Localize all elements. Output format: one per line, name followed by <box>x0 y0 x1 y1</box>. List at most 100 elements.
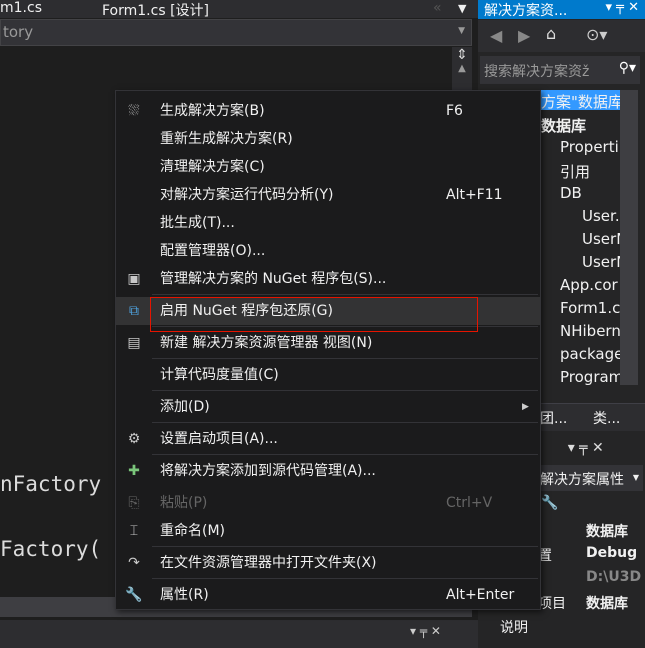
editor-tab-bar: m1.cs Form1.cs [设计] « ▼ <box>0 0 478 20</box>
menu-item-rename[interactable]: ⌶ 重命名(M) <box>116 517 540 545</box>
menu-shortcut: Ctrl+V <box>446 495 493 511</box>
forward-icon[interactable]: ▶ <box>518 26 530 45</box>
search-icon[interactable]: ⚲▾ <box>619 60 636 76</box>
rename-icon: ⌶ <box>129 523 139 539</box>
menu-separator <box>152 422 538 423</box>
redo-arrow-icon: ↷ <box>128 555 140 571</box>
menu-item-manage-nuget[interactable]: ▣ 管理解决方案的 NuGet 程序包(S)... <box>116 265 540 293</box>
back-icon[interactable]: ◀ <box>490 26 502 45</box>
menu-label: 重命名(M) <box>160 523 226 539</box>
menu-separator <box>152 294 538 295</box>
property-value: D:\U3D <box>586 569 642 585</box>
panel-controls-icon[interactable]: ▾ ╤ ✕ <box>605 0 639 15</box>
menu-label: 批生成(T)... <box>160 215 235 231</box>
menu-label: 管理解决方案的 NuGet 程序包(S)... <box>160 271 387 287</box>
paste-icon: ⎘ <box>128 495 140 511</box>
menu-item-batch-build[interactable]: 批生成(T)... <box>116 209 540 237</box>
menu-item-clean[interactable]: 清理解决方案(C) <box>116 153 540 181</box>
menu-label: 配置管理器(O)... <box>160 243 266 259</box>
menu-separator <box>152 546 538 547</box>
tree-item[interactable]: 数据库 <box>541 115 586 136</box>
code-line: nFactory <box>0 472 102 496</box>
menu-label: 清理解决方案(C) <box>160 159 265 175</box>
wrench-icon: 🔧 <box>125 587 143 603</box>
submenu-arrow-icon: ▶ <box>522 402 529 412</box>
tree-item[interactable]: App.cor <box>560 276 618 294</box>
history-icon[interactable]: ⊙▾ <box>586 25 607 44</box>
menu-label: 将解决方案添加到源代码管理(A)... <box>160 463 376 479</box>
menu-separator <box>152 578 538 579</box>
search-input[interactable]: 搜索解决方案资ž ⚲▾ <box>480 56 640 84</box>
tab-team[interactable]: 团... <box>540 408 567 428</box>
menu-label: 对解决方案运行代码分析(Y) <box>160 187 334 203</box>
highlight-annotation-box <box>150 297 478 332</box>
tree-scrollbar[interactable] <box>620 90 638 385</box>
menu-label: 新建 解决方案资源管理器 视图(N) <box>160 335 373 351</box>
menu-label: 设置启动项目(A)... <box>160 431 278 447</box>
scroll-up-icon[interactable]: ▲ <box>452 63 472 74</box>
tab-form1-cs[interactable]: m1.cs <box>0 0 42 16</box>
menu-item-config-manager[interactable]: 配置管理器(O)... <box>116 237 540 265</box>
tree-item[interactable]: 方案"数据库 <box>541 91 623 112</box>
tree-item[interactable]: package <box>560 345 623 363</box>
package-restore-icon: ⧉ <box>129 303 139 319</box>
tree-item[interactable]: NHibern <box>560 322 621 340</box>
menu-item-add-source-control[interactable]: ✚ 将解决方案添加到源代码管理(A)... <box>116 457 540 485</box>
menu-separator <box>152 454 538 455</box>
property-name: 项目 <box>538 596 566 612</box>
context-menu: ⛆ 生成解决方案(B) F6 重新生成解决方案(R) 清理解决方案(C) 对解决方案… <box>115 90 541 610</box>
property-pages-icon[interactable]: 🔧 <box>541 495 558 511</box>
tree-item[interactable]: Form1.c <box>560 299 620 317</box>
code-line: Factory( <box>0 537 102 561</box>
build-icon: ⛆ <box>128 103 140 119</box>
menu-label: 粘贴(P) <box>160 495 208 511</box>
menu-item-set-startup[interactable]: ⚙ 设置启动项目(A)... <box>116 425 540 453</box>
menu-shortcut: F6 <box>446 103 463 119</box>
new-view-icon: ▤ <box>127 335 141 351</box>
tree-item[interactable]: DB <box>560 184 582 202</box>
split-icon[interactable]: ⇕ <box>452 47 472 63</box>
menu-item-add[interactable]: 添加(D) ▶ <box>116 393 540 421</box>
menu-label: 添加(D) <box>160 399 210 415</box>
menu-item-open-in-explorer[interactable]: ↷ 在文件资源管理器中打开文件夹(X) <box>116 549 540 577</box>
menu-item-new-view[interactable]: ▤ 新建 解决方案资源管理器 视图(N) <box>116 329 540 357</box>
menu-shortcut: Alt+F11 <box>446 187 503 203</box>
property-value: 数据库 <box>586 596 628 612</box>
tab-form1-designer[interactable]: Form1.cs [设计] <box>102 0 209 20</box>
home-icon[interactable]: ⌂ <box>546 24 556 43</box>
menu-label: 属性(R) <box>160 587 209 603</box>
tab-list-dropdown-icon[interactable]: ▼ <box>458 2 466 15</box>
tree-item[interactable]: Program <box>560 368 623 386</box>
menu-item-build[interactable]: ⛆ 生成解决方案(B) F6 <box>116 97 540 125</box>
property-value[interactable]: Debug <box>586 545 637 561</box>
properties-controls-icon[interactable]: ▾ ╤ ✕ <box>541 440 604 456</box>
menu-label: 在文件资源管理器中打开文件夹(X) <box>160 555 377 571</box>
bottom-panel-title: ▾ ╤ ✕ <box>0 620 478 648</box>
menu-shortcut: Alt+Enter <box>446 587 515 603</box>
navigation-dropdown[interactable]: tory ▼ <box>0 19 472 46</box>
tree-item[interactable]: Properti <box>560 138 619 156</box>
menu-item-paste: ⎘ 粘贴(P) Ctrl+V <box>116 489 540 517</box>
menu-separator <box>152 358 538 359</box>
object-selector-value: 解决方案属性 <box>540 472 624 488</box>
solution-explorer-title: 解决方案资... ▾ ╤ ✕ <box>478 0 645 19</box>
source-control-icon: ✚ <box>128 463 140 479</box>
tree-item[interactable]: User. <box>582 207 620 225</box>
tree-item[interactable]: 引用 <box>560 161 590 182</box>
menu-label: 重新生成解决方案(R) <box>160 131 293 147</box>
menu-item-code-analysis[interactable]: 对解决方案运行代码分析(Y) Alt+F11 <box>116 181 540 209</box>
nuget-icon: ▣ <box>127 271 141 287</box>
menu-item-code-metrics[interactable]: 计算代码度量值(C) <box>116 361 540 389</box>
menu-item-properties[interactable]: 🔧 属性(R) Alt+Enter <box>116 581 540 609</box>
menu-item-rebuild[interactable]: 重新生成解决方案(R) <box>116 125 540 153</box>
menu-separator <box>152 390 538 391</box>
tab-class-view[interactable]: 类... <box>593 408 620 428</box>
search-placeholder: 搜索解决方案资ž <box>484 64 590 80</box>
menu-label: 计算代码度量值(C) <box>160 367 279 383</box>
scroll-tabs-icon[interactable]: « <box>433 0 442 16</box>
panel-controls-icon[interactable]: ▾ ╤ ✕ <box>410 624 441 638</box>
solution-explorer-toolbar: ◀ ▶ ⌂ ⊙▾ <box>478 20 645 52</box>
chevron-down-icon: ▼ <box>458 26 465 36</box>
nav-dropdown-value: tory <box>3 23 34 41</box>
chevron-down-icon: ▼ <box>632 473 639 482</box>
